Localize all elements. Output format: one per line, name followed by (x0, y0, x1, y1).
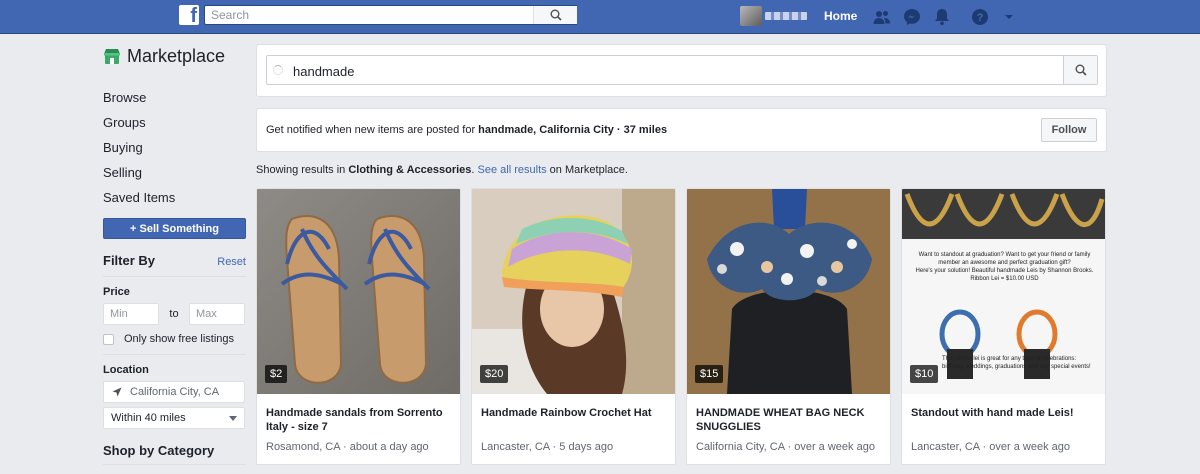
listing-price: $15 (695, 365, 724, 383)
sell-something-button[interactable]: + Sell Something (103, 218, 246, 239)
search-icon (1075, 64, 1087, 76)
divider (103, 354, 246, 355)
listing-price: $20 (480, 365, 509, 383)
marketplace-nav: Browse Groups Buying Selling Saved Items (103, 85, 246, 210)
marketplace-title: Marketplace (127, 45, 226, 66)
follow-button[interactable]: Follow (1041, 118, 1097, 142)
price-range: to (103, 303, 246, 325)
location-arrow-icon (112, 387, 122, 397)
listing-card[interactable]: $20 Handmade Rainbow Crochet Hat Lancast… (471, 188, 676, 465)
nav-saved-items[interactable]: Saved Items (103, 185, 246, 210)
facebook-logo-icon[interactable]: f (179, 5, 199, 25)
results-prefix: Showing results in (256, 164, 349, 176)
price-min-input[interactable] (103, 303, 159, 325)
nav-selling[interactable]: Selling (103, 160, 246, 185)
flyer-line-2: Here's your solution! Beautiful handmade… (915, 268, 1094, 274)
listing-photo-leis-flyer[interactable]: Want to standout at graduation? Want to … (902, 189, 1105, 394)
location-label: Location (103, 364, 149, 376)
location-value: California City, CA (130, 386, 220, 398)
nav-browse[interactable]: Browse (103, 85, 246, 110)
radius-select[interactable]: Within 40 miles (103, 407, 245, 429)
filter-header: Filter By Reset (103, 253, 246, 277)
nav-groups[interactable]: Groups (103, 110, 246, 135)
listing-meta: Rosamond, CA · about a day ago (266, 441, 429, 453)
profile-name-redacted[interactable] (765, 12, 807, 20)
see-all-results-link[interactable]: See all results (478, 164, 547, 176)
marketplace-search-button[interactable] (1063, 56, 1097, 84)
nav-buying[interactable]: Buying (103, 135, 246, 160)
listing-price: $2 (265, 365, 288, 383)
marketplace-header[interactable]: Marketplace (103, 44, 246, 68)
listing-card[interactable]: Want to standout at graduation? Want to … (901, 188, 1106, 465)
listing-photo-sandals[interactable] (257, 189, 460, 394)
radius-value: Within 40 miles (111, 412, 186, 424)
listing-meta: California City, CA · over a week ago (696, 441, 875, 453)
listing-photo-neck-snuggle[interactable] (687, 189, 890, 394)
listing-meta: Lancaster, CA · 5 days ago (481, 441, 614, 453)
svg-text:?: ? (977, 12, 984, 24)
friend-requests-icon[interactable] (872, 7, 892, 27)
marketplace-shop-icon (104, 49, 120, 64)
home-link[interactable]: Home (824, 9, 857, 23)
messenger-icon[interactable] (902, 7, 922, 27)
listing-card[interactable]: $2 Handmade sandals from Sorrento Italy … (256, 188, 461, 465)
marketplace-search-query[interactable]: handmade (293, 64, 354, 79)
global-search-input[interactable] (205, 6, 535, 24)
caret-down-icon (229, 415, 237, 421)
marketplace-search-field[interactable]: handmade (266, 55, 1098, 85)
listing-title[interactable]: Handmade sandals from Sorrento Italy - s… (266, 406, 452, 434)
listing-time: over a week ago (794, 441, 875, 453)
reset-filters-link[interactable]: Reset (217, 256, 246, 268)
listing-title[interactable]: Standout with hand made Leis! (911, 406, 1097, 420)
flyer-line-3: Ribbon Lei = $10.00 USD (970, 276, 1039, 282)
results-summary: Showing results in Clothing & Accessorie… (256, 164, 628, 176)
price-label: Price (103, 286, 130, 298)
listing-location: Lancaster, CA (911, 441, 980, 453)
listing-title[interactable]: Handmade Rainbow Crochet Hat (481, 406, 667, 420)
marketplace-sidebar: Marketplace Browse Groups Buying Selling… (103, 44, 246, 465)
listing-photo-crochet-hat[interactable] (472, 189, 675, 394)
notify-prefix: Get notified when new items are posted f… (266, 124, 479, 136)
price-max-input[interactable] (189, 303, 245, 325)
flyer-line-4: This ribbon lei is great for any type of… (942, 356, 1091, 370)
notify-panel: Get notified when new items are posted f… (256, 108, 1107, 152)
listing-time: about a day ago (349, 441, 429, 453)
price-to-label: to (169, 308, 179, 320)
free-listings-option[interactable]: Only show free listings (103, 333, 246, 345)
free-listings-label: Only show free listings (124, 333, 235, 345)
listing-meta: Lancaster, CA · over a week ago (911, 441, 1070, 453)
listing-location: California City, CA (696, 441, 785, 453)
global-search (204, 5, 577, 25)
location-field[interactable]: California City, CA (103, 381, 245, 403)
loading-spinner-icon (273, 65, 283, 75)
results-category: Clothing & Accessories (348, 164, 472, 176)
notify-text: Get notified when new items are posted f… (266, 124, 667, 136)
profile-avatar[interactable] (740, 6, 762, 26)
listing-card[interactable]: $15 HANDMADE WHEAT BAG NECK SNUGGLIES Ca… (686, 188, 891, 465)
shop-by-category-heading: Shop by Category (103, 443, 246, 465)
results-suffix: on Marketplace. (546, 164, 628, 176)
help-icon[interactable]: ? (970, 7, 990, 27)
free-listings-checkbox[interactable] (103, 333, 114, 345)
listing-time: 5 days ago (559, 441, 614, 453)
account-menu-chevron-down-icon[interactable] (999, 7, 1019, 27)
notifications-bell-icon[interactable] (932, 7, 952, 27)
flyer-text: Want to standout at graduation? Want to … (912, 251, 1097, 283)
filter-by-heading: Filter By (103, 253, 156, 268)
listing-time: over a week ago (989, 441, 1070, 453)
marketplace-search-panel: handmade (256, 44, 1107, 97)
notify-search-summary: handmade, California City · 37 miles (478, 124, 668, 136)
listing-location: Lancaster, CA (481, 441, 550, 453)
flyer-line-1: Want to standout at graduation? Want to … (918, 252, 1091, 266)
listing-title[interactable]: HANDMADE WHEAT BAG NECK SNUGGLIES (696, 406, 882, 434)
listing-price: $10 (910, 365, 939, 383)
top-navigation-bar: f Home ? (0, 0, 1200, 34)
listing-location: Rosamond, CA (266, 441, 340, 453)
global-search-button[interactable] (533, 6, 577, 24)
search-icon (550, 9, 562, 21)
